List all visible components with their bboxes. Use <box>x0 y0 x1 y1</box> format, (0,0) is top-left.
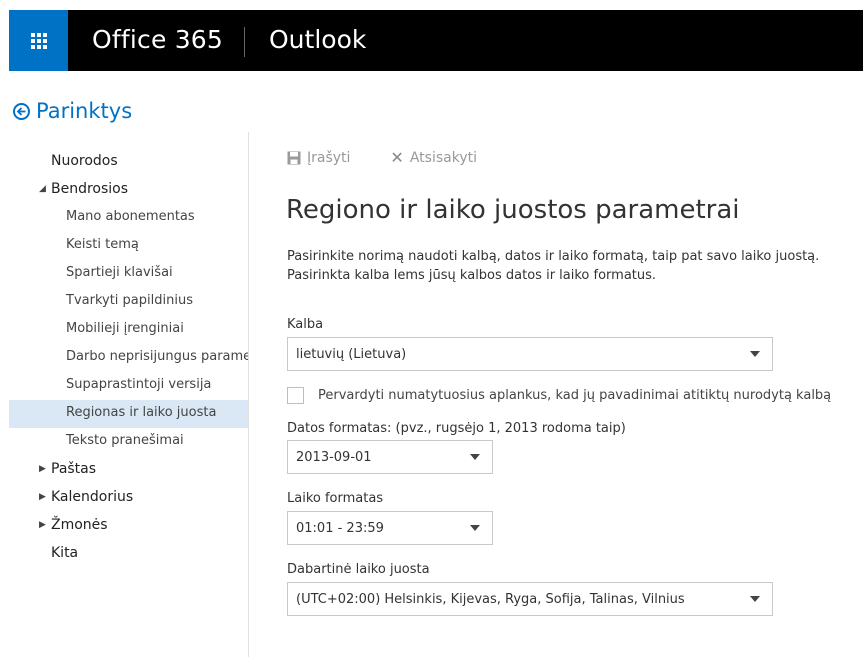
chevron-down-icon <box>470 525 480 531</box>
rename-folders-checkbox[interactable] <box>287 387 304 404</box>
time-format-label: Laiko formatas <box>287 491 384 506</box>
language-label: Kalba <box>287 317 324 332</box>
language-value: lietuvių (Lietuva) <box>296 346 407 362</box>
app-launcher-button[interactable] <box>9 10 68 71</box>
nav-item-other[interactable]: Kita <box>9 540 249 568</box>
section-heading: Regiono ir laiko juostos parametrai <box>286 195 740 225</box>
collapsed-triangle-icon: ▶ <box>39 464 46 474</box>
language-select[interactable]: lietuvių (Lietuva) <box>287 337 773 371</box>
nav-item-text-messaging[interactable]: Teksto pranešimai <box>9 428 249 456</box>
back-arrow-icon <box>13 102 30 120</box>
nav-group-people[interactable]: ▶ Žmonės <box>9 512 249 540</box>
nav-group-general[interactable]: ◢ Bendrosios <box>9 176 249 204</box>
timezone-label: Dabartinė laiko juosta <box>287 562 430 577</box>
section-description: Pasirinkite norimą naudoti kalbą, datos … <box>287 247 827 285</box>
description-line: Pasirinkite norimą naudoti kalbą, datos … <box>287 249 820 264</box>
chevron-down-icon <box>470 454 480 460</box>
nav-item-addins[interactable]: Tvarkyti papildinius <box>9 288 249 316</box>
nav-group-label: Paštas <box>51 461 97 477</box>
brand-title[interactable]: Office 365 <box>92 25 223 54</box>
date-format-value: 2013-09-01 <box>296 449 372 465</box>
back-to-options[interactable]: Parinktys <box>13 99 132 123</box>
date-format-select[interactable]: 2013-09-01 <box>287 440 493 474</box>
app-title[interactable]: Outlook <box>269 25 366 54</box>
save-label: Įrašyti <box>307 149 351 166</box>
time-format-value: 01:01 - 23:59 <box>296 520 384 536</box>
timezone-value: (UTC+02:00) Helsinkis, Kijevas, Ryga, So… <box>296 591 685 607</box>
collapsed-triangle-icon: ▶ <box>39 492 46 502</box>
collapsed-triangle-icon: ▶ <box>39 520 46 530</box>
nav-divider <box>248 132 249 657</box>
rename-folders-row: Pervardyti numatytuosius aplankus, kad j… <box>287 387 831 404</box>
settings-toolbar: Įrašyti ✕ Atsisakyti <box>287 148 477 167</box>
nav-item-theme[interactable]: Keisti temą <box>9 232 249 260</box>
chevron-down-icon <box>750 596 760 602</box>
suite-bar: Office 365 Outlook <box>9 10 863 71</box>
waffle-icon <box>30 32 47 49</box>
nav-group-label: Žmonės <box>51 517 108 533</box>
chevron-down-icon <box>750 351 760 357</box>
expanded-triangle-icon: ◢ <box>39 184 46 194</box>
nav-item-offline-settings[interactable]: Darbo neprisijungus parame <box>9 344 249 372</box>
nav-item-mobile-devices[interactable]: Mobilieji įrenginiai <box>9 316 249 344</box>
nav-group-label: Kalendorius <box>51 489 134 505</box>
nav-group-label: Bendrosios <box>51 181 129 197</box>
cancel-label: Atsisakyti <box>409 149 477 166</box>
description-line: Pasirinkta kalba lems jūsų kalbos datos … <box>287 268 657 283</box>
nav-group-mail[interactable]: ▶ Paštas <box>9 456 249 484</box>
nav-item-shortcuts[interactable]: Nuorodos <box>9 148 249 176</box>
page-title: Parinktys <box>36 99 133 123</box>
options-nav: Nuorodos ◢ Bendrosios Mano abonementas K… <box>9 148 249 568</box>
save-button[interactable]: Įrašyti <box>287 150 350 166</box>
suite-bar-divider <box>244 27 245 57</box>
nav-item-keyboard-shortcuts[interactable]: Spartieji klavišai <box>9 260 249 288</box>
time-format-select[interactable]: 01:01 - 23:59 <box>287 511 493 545</box>
date-format-label: Datos formatas: (pvz., rugsėjo 1, 2013 r… <box>287 421 626 436</box>
nav-item-region-timezone[interactable]: Regionas ir laiko juosta <box>9 400 249 428</box>
cancel-button[interactable]: ✕ Atsisakyti <box>390 148 477 167</box>
nav-item-account[interactable]: Mano abonementas <box>9 204 249 232</box>
timezone-select[interactable]: (UTC+02:00) Helsinkis, Kijevas, Ryga, So… <box>287 582 773 616</box>
floppy-disk-icon <box>287 151 301 164</box>
x-icon: ✕ <box>390 148 404 167</box>
rename-folders-label: Pervardyti numatytuosius aplankus, kad j… <box>318 388 832 403</box>
nav-item-light-version[interactable]: Supaprastintoji versija <box>9 372 249 400</box>
nav-group-calendar[interactable]: ▶ Kalendorius <box>9 484 249 512</box>
